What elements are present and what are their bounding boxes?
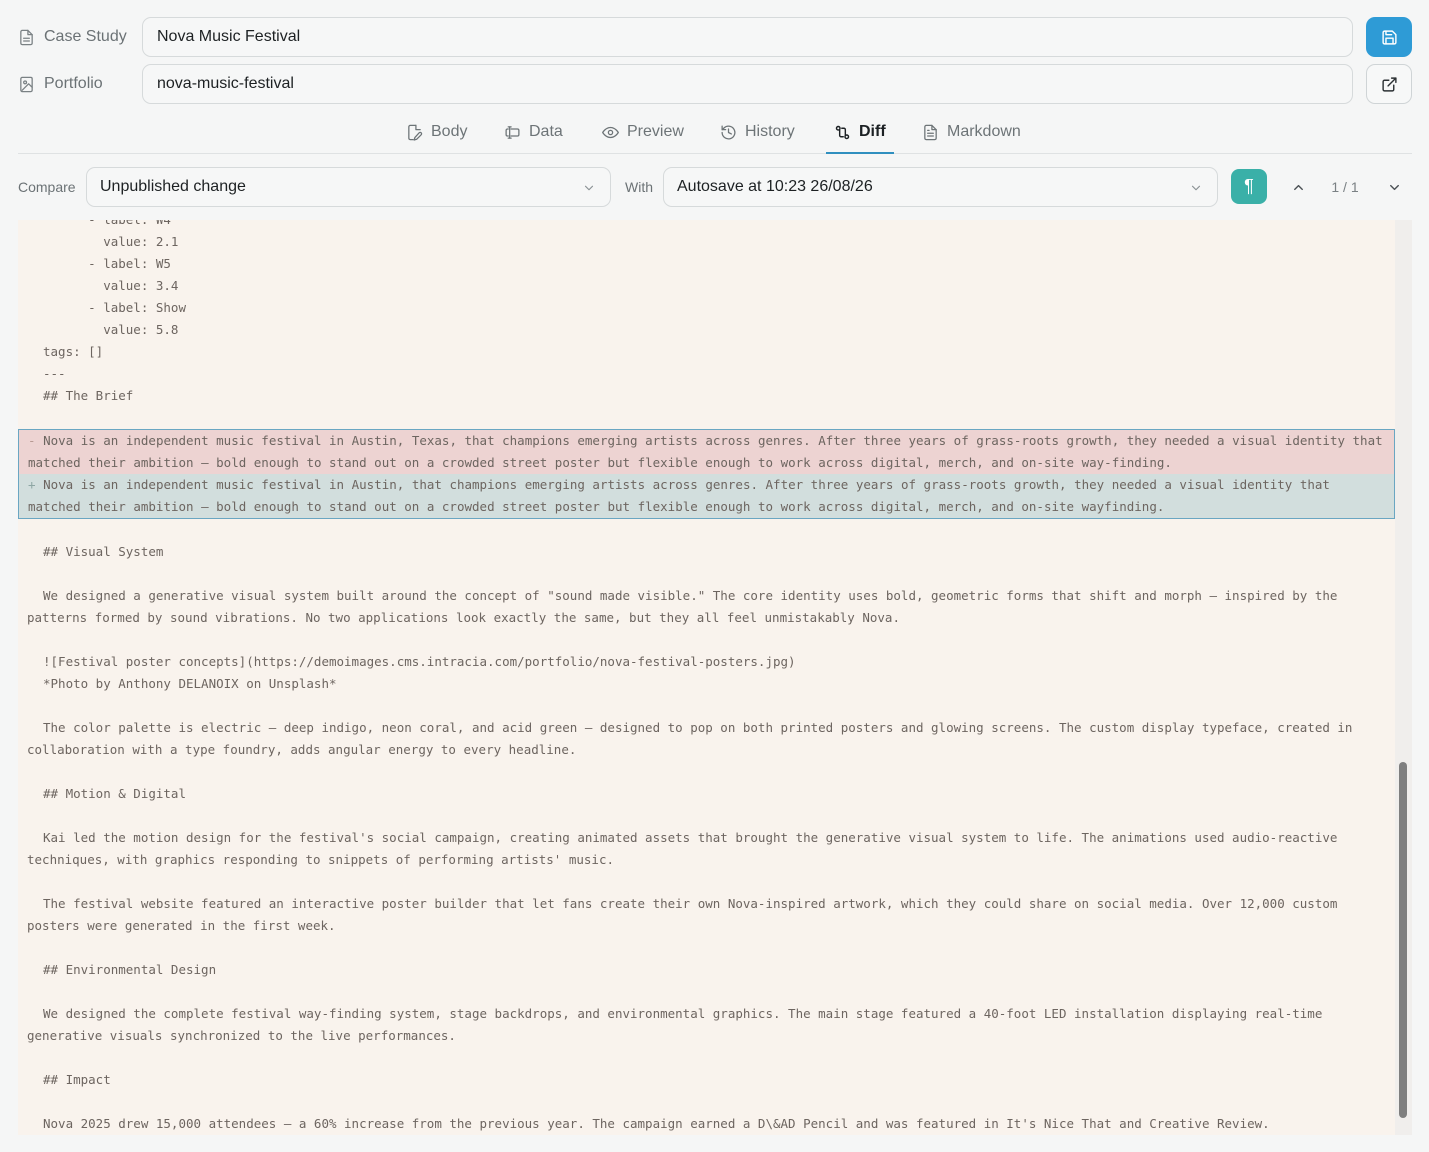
pilcrow-icon: ¶ <box>1244 176 1254 196</box>
tab-body-label: Body <box>431 123 468 140</box>
compare-select-value: Unpublished change <box>100 178 246 195</box>
code-paragraph: Nova 2025 drew 15,000 attendees — a 60% … <box>43 1116 1270 1131</box>
code-line: - label: W5 <box>43 256 171 271</box>
diff-hunk: - Nova is an independent music festival … <box>18 429 1395 519</box>
image-file-icon <box>20 76 33 92</box>
save-button[interactable] <box>1366 17 1412 57</box>
code-line-image: ![Festival poster concepts](https://demo… <box>43 654 796 669</box>
portfolio-row: Portfolio nova-music-festival <box>0 63 1429 105</box>
editor-tabs: Body Data Preview History Diff Markdown <box>18 111 1412 154</box>
history-icon <box>721 124 736 140</box>
code-paragraph: We designed the complete festival way-fi… <box>27 1006 1323 1043</box>
code-line-heading: ## Impact <box>43 1072 111 1087</box>
tab-preview[interactable]: Preview <box>602 111 684 153</box>
code-line: - label: Show <box>43 300 186 315</box>
case-study-label: Case Study <box>18 16 127 58</box>
code-line: - label: W4 <box>18 220 1395 231</box>
file-icon <box>20 29 33 45</box>
code-line: value: 3.4 <box>43 278 179 293</box>
scrollbar-thumb[interactable] <box>1399 762 1407 1118</box>
compare-label: Compare <box>18 179 76 195</box>
tab-markdown[interactable]: Markdown <box>922 111 1021 153</box>
compare-select[interactable]: Unpublished change <box>86 167 611 207</box>
code-paragraph: Kai led the motion design for the festiv… <box>27 830 1338 867</box>
added-line: + Nova is an independent music festival … <box>19 474 1394 518</box>
code-paragraph: We designed a generative visual system b… <box>27 588 1338 625</box>
chevron-down-icon <box>584 185 594 191</box>
case-study-input[interactable]: Nova Music Festival <box>142 17 1353 57</box>
added-text: Nova is an independent music festival in… <box>28 477 1330 514</box>
diff-view[interactable]: - label: W4 value: 2.1 - label: W5 value… <box>18 220 1395 1135</box>
tab-preview-label: Preview <box>627 123 684 140</box>
file-edit-icon <box>408 124 423 141</box>
tab-history[interactable]: History <box>720 111 795 153</box>
code-paragraph: The color palette is electric — deep ind… <box>27 720 1353 757</box>
change-counter: 1 / 1 <box>1331 179 1359 195</box>
code-line-heading: ## Motion & Digital <box>43 786 186 801</box>
tab-markdown-label: Markdown <box>947 123 1021 140</box>
with-select-value: Autosave at 10:23 26/08/26 <box>677 178 873 195</box>
tab-history-label: History <box>745 123 795 140</box>
chevron-down-icon <box>1191 185 1201 191</box>
case-study-label-text: Case Study <box>44 28 127 45</box>
toggle-whitespace-button[interactable]: ¶ <box>1231 169 1267 204</box>
tab-diff-label: Diff <box>859 123 886 140</box>
portfolio-label: Portfolio <box>18 63 103 105</box>
case-study-row: Case Study Nova Music Festival <box>0 16 1429 58</box>
diff-code: - label: W4 value: 2.1 - label: W5 value… <box>18 220 1395 1135</box>
tab-data[interactable]: Data <box>504 111 563 153</box>
code-line: value: 5.8 <box>43 322 179 337</box>
with-label: With <box>625 179 653 195</box>
form-input-icon <box>505 125 520 139</box>
code-line: value: 2.1 <box>43 234 179 249</box>
removed-line: - Nova is an independent music festival … <box>19 430 1394 474</box>
code-line: --- <box>43 366 66 381</box>
portfolio-label-text: Portfolio <box>44 75 103 92</box>
code-line-credit: *Photo by Anthony DELANOIX on Unsplash* <box>43 676 337 691</box>
chevron-down-icon <box>1389 184 1399 190</box>
removed-text: Nova is an independent music festival in… <box>28 433 1383 470</box>
file-text-icon <box>924 124 937 140</box>
tab-body[interactable]: Body <box>406 111 467 153</box>
code-paragraph: The festival website featured an interac… <box>27 896 1338 933</box>
previous-change-button[interactable] <box>1285 174 1311 200</box>
code-line: tags: [] <box>43 344 104 359</box>
save-icon <box>1381 29 1397 45</box>
with-select[interactable]: Autosave at 10:23 26/08/26 <box>663 167 1218 207</box>
code-line: ## The Brief <box>43 388 134 403</box>
open-external-button[interactable] <box>1366 64 1412 104</box>
code-line-heading: ## Visual System <box>43 544 164 559</box>
removed-marker: - <box>28 433 36 448</box>
diff-scrollbar[interactable] <box>1395 220 1412 1135</box>
added-marker: + <box>28 477 36 492</box>
external-link-icon <box>1381 76 1397 92</box>
tab-diff[interactable]: Diff <box>826 111 894 154</box>
chevron-up-icon <box>1293 184 1303 190</box>
eye-icon <box>602 126 619 138</box>
git-compare-icon <box>835 125 850 139</box>
portfolio-slug-input[interactable]: nova-music-festival <box>142 64 1353 104</box>
tab-data-label: Data <box>529 123 563 140</box>
code-line-heading: ## Environmental Design <box>43 962 217 977</box>
next-change-button[interactable] <box>1381 174 1407 200</box>
